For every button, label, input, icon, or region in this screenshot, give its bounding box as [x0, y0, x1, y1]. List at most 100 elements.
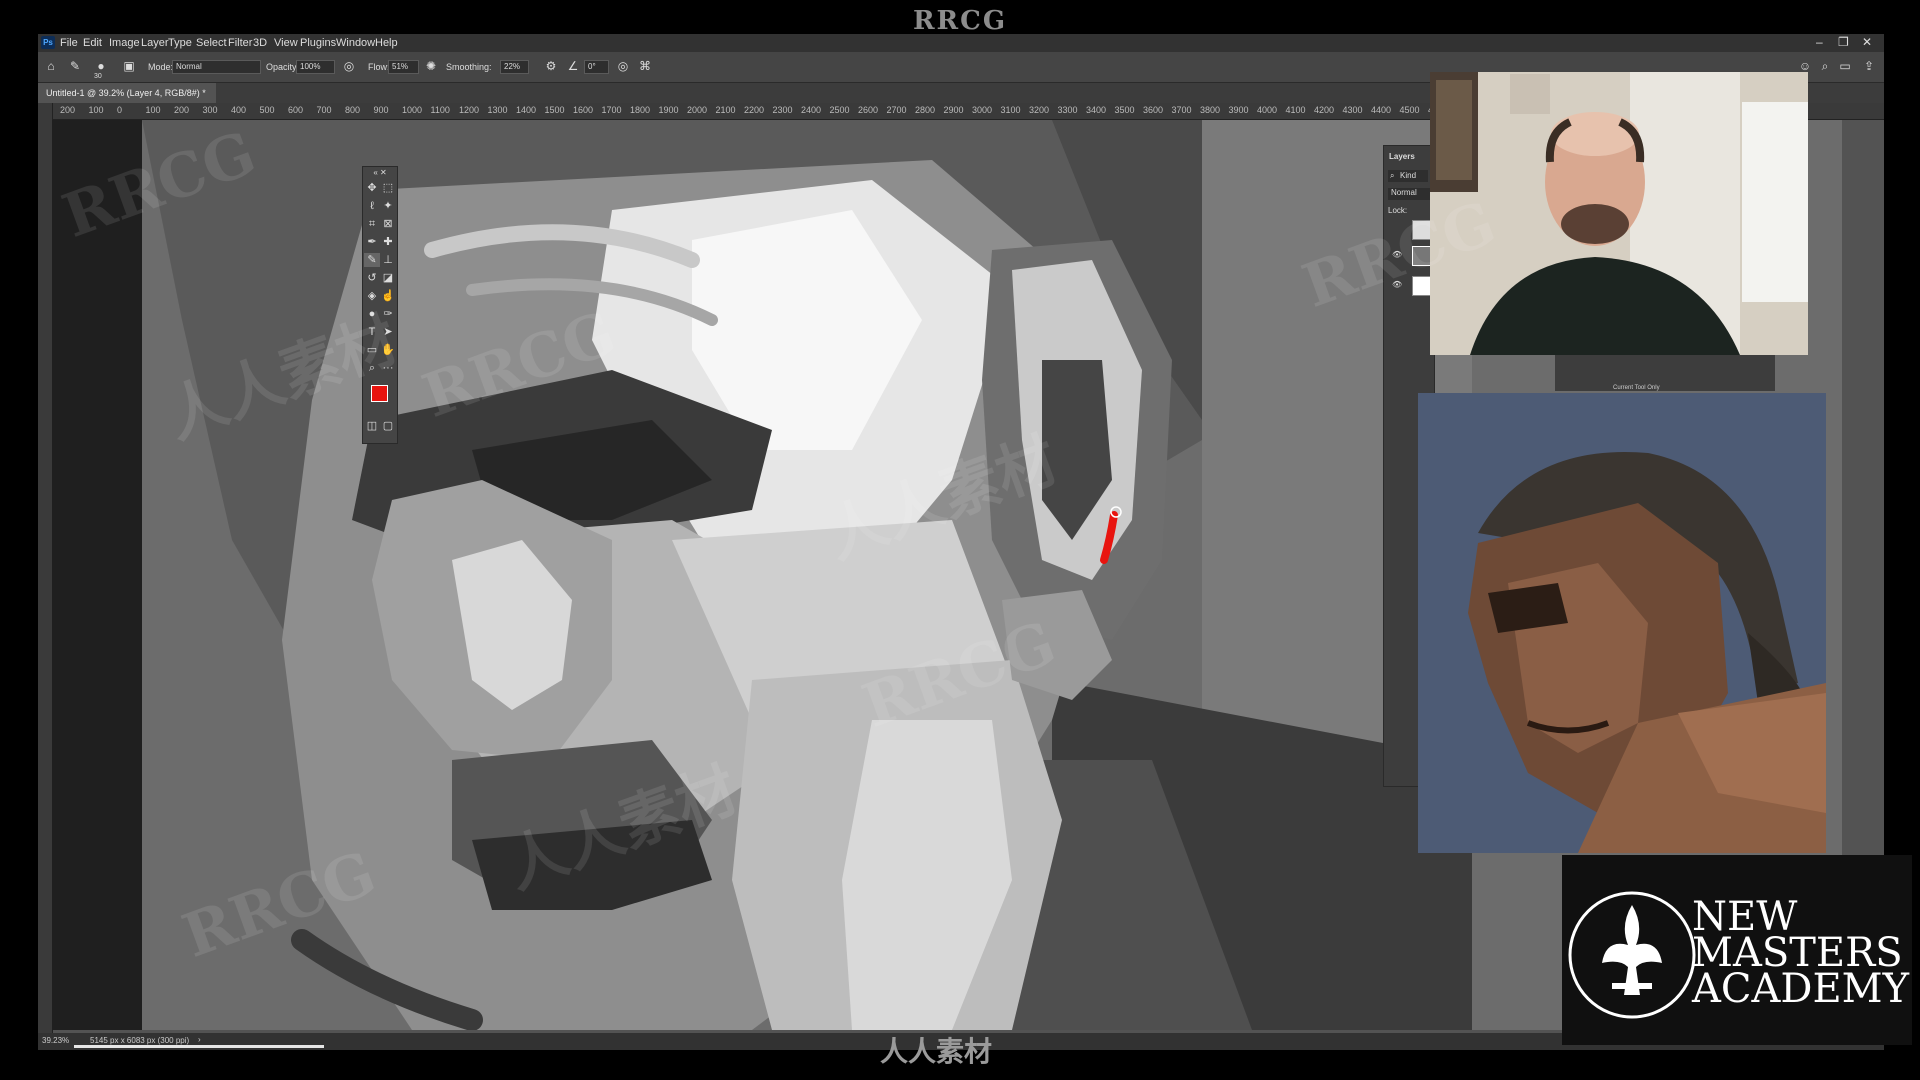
ruler-tick: 4400 — [1371, 105, 1392, 115]
ruler-tick: 200 — [174, 105, 190, 115]
smoothing-settings-icon[interactable]: ⚙ — [544, 59, 558, 73]
brush-tool-icon[interactable]: ✎ — [364, 253, 380, 267]
ruler-tick: 100 — [88, 105, 104, 115]
ruler-tick: 2200 — [744, 105, 765, 115]
screen-mode-icon[interactable]: ▢ — [380, 419, 396, 433]
menu-window[interactable]: Window — [336, 37, 375, 49]
properties-panel: Current Tool Only — [1555, 355, 1775, 391]
quick-mask-icon[interactable]: ◫ — [364, 419, 380, 433]
search-icon[interactable]: ⌕ — [1818, 59, 1832, 73]
document-info[interactable]: 5145 px x 6083 px (300 ppi) — [90, 1036, 189, 1045]
ruler-tick: 600 — [288, 105, 304, 115]
airbrush-icon[interactable]: ✺ — [424, 59, 438, 73]
smoothing-input[interactable]: 22% — [500, 60, 529, 74]
status-arrow-icon[interactable]: › — [198, 1035, 201, 1044]
flow-input[interactable]: 51% — [388, 60, 419, 74]
layer-filter[interactable]: ⌕ Kind — [1388, 170, 1428, 182]
progress-highlight — [74, 1045, 324, 1048]
frame-tool-icon[interactable]: ⊠ — [380, 217, 396, 231]
menu-image[interactable]: Image — [109, 37, 140, 49]
blend-mode-select[interactable]: Normal — [1388, 188, 1431, 200]
ruler-tick: 3500 — [1114, 105, 1135, 115]
menu-3d[interactable]: 3D — [253, 37, 267, 49]
workspace-icon[interactable]: ▭ — [1838, 59, 1852, 73]
menu-type[interactable]: Type — [168, 37, 192, 49]
document-tab-title: Untitled-1 @ 39.2% (Layer 4, RGB/8#) * — [46, 88, 206, 98]
pressure-size-icon[interactable]: ◎ — [616, 59, 630, 73]
angle-input[interactable]: 0° — [584, 60, 609, 74]
smudge-tool-icon[interactable]: ☝ — [380, 289, 396, 303]
ruler-tick: 300 — [202, 105, 218, 115]
ruler-tick: 1600 — [573, 105, 594, 115]
user-icon[interactable]: ☺ — [1798, 59, 1812, 73]
menu-help[interactable]: Help — [375, 37, 398, 49]
ruler-tick: 1900 — [658, 105, 679, 115]
filter-search-icon: ⌕ — [1390, 171, 1395, 180]
eyedropper-icon[interactable]: ✒ — [364, 235, 380, 249]
eraser-icon[interactable]: ◪ — [380, 271, 396, 285]
ruler-tick: 2900 — [943, 105, 964, 115]
move-tool-icon[interactable]: ✥ — [364, 181, 380, 195]
lasso-tool-icon[interactable]: ℓ — [364, 199, 380, 213]
restore-icon[interactable]: ❐ — [1838, 35, 1849, 49]
ruler-tick: 4100 — [1285, 105, 1306, 115]
opacity-input[interactable]: 100% — [296, 60, 335, 74]
ruler-tick: 1200 — [459, 105, 480, 115]
document-tab[interactable]: Untitled-1 @ 39.2% (Layer 4, RGB/8#) * × — [38, 83, 216, 118]
ruler-tick: 3100 — [1000, 105, 1021, 115]
bottom-watermark: 人人素材 — [880, 1036, 993, 1067]
current-tool-only-option[interactable]: Current Tool Only — [1613, 385, 1660, 391]
ruler-tick: 400 — [231, 105, 247, 115]
tools-collapse-icon[interactable]: « ✕ — [363, 166, 397, 180]
menu-select[interactable]: Select — [196, 37, 227, 49]
ruler-tick: 3200 — [1029, 105, 1050, 115]
crop-tool-icon[interactable]: ⌗ — [364, 217, 380, 231]
menu-view[interactable]: View — [274, 37, 298, 49]
ruler-tick: 2100 — [715, 105, 736, 115]
ruler-tick: 2300 — [772, 105, 793, 115]
lock-label: Lock: — [1388, 206, 1408, 215]
brush-settings-icon[interactable]: ▣ — [122, 59, 136, 73]
pressure-opacity-icon[interactable]: ◎ — [342, 59, 356, 73]
menu-edit[interactable]: Edit — [83, 37, 102, 49]
history-brush-icon[interactable]: ↺ — [364, 271, 380, 285]
vertical-ruler — [38, 103, 53, 1033]
symmetry-icon[interactable]: ⌘ — [638, 59, 652, 73]
brush-tool-icon[interactable]: ✎ — [68, 59, 82, 73]
ruler-tick: 800 — [345, 105, 361, 115]
ruler-tick: 3600 — [1143, 105, 1164, 115]
home-icon[interactable]: ⌂ — [44, 59, 58, 73]
zoom-level[interactable]: 39.23% — [42, 1036, 69, 1045]
foreground-color-swatch[interactable] — [371, 385, 388, 402]
marquee-tool-icon[interactable]: ⬚ — [380, 181, 396, 195]
ruler-tick: 3400 — [1086, 105, 1107, 115]
reference-photo — [1418, 393, 1826, 853]
layers-panel-title[interactable]: Layers — [1389, 152, 1415, 161]
ruler-tick: 3300 — [1057, 105, 1078, 115]
minimize-icon[interactable]: – — [1816, 35, 1823, 49]
opacity-label: Opacity: — [266, 62, 300, 72]
healing-brush-icon[interactable]: ✚ — [380, 235, 396, 249]
menu-layer[interactable]: Layer — [141, 37, 169, 49]
ruler-tick: 1700 — [601, 105, 622, 115]
mode-label: Mode: — [148, 62, 174, 72]
ruler-tick: 3000 — [972, 105, 993, 115]
menu-bar: Ps File Edit Image Layer Type Select Fil… — [38, 34, 1884, 52]
photoshop-logo-icon: Ps — [41, 36, 55, 49]
share-icon[interactable]: ⇪ — [1862, 59, 1876, 73]
ruler-tick: 2800 — [915, 105, 936, 115]
brush-preset-icon[interactable]: ● — [94, 59, 108, 73]
clone-stamp-icon[interactable]: ⊥ — [380, 253, 396, 267]
menu-filter[interactable]: Filter — [228, 37, 252, 49]
reference-image — [1418, 393, 1826, 853]
angle-icon: ∠ — [567, 59, 579, 73]
ruler-tick: 2000 — [687, 105, 708, 115]
menu-file[interactable]: File — [60, 37, 78, 49]
header-title: RRCG — [912, 6, 1008, 36]
logo-line-3: ACADEMY — [1692, 966, 1910, 1012]
mode-select[interactable]: Normal — [172, 60, 261, 74]
magic-wand-icon[interactable]: ✦ — [380, 199, 396, 213]
menu-plugins[interactable]: Plugins — [300, 37, 336, 49]
close-icon[interactable]: ✕ — [1862, 35, 1872, 49]
ruler-tick: 2700 — [886, 105, 907, 115]
